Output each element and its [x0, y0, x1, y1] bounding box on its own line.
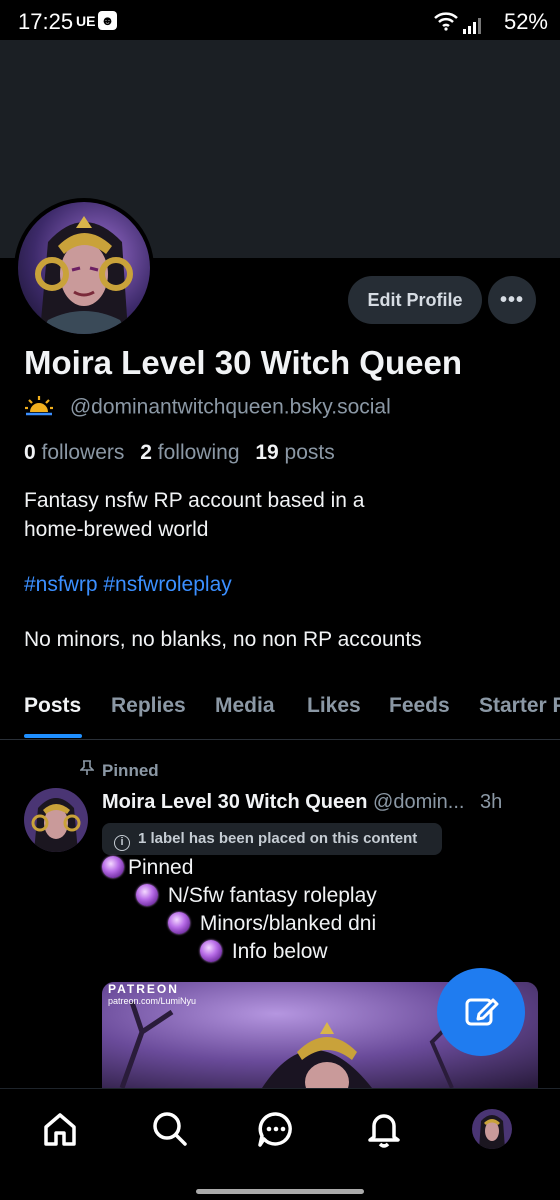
image-watermark-sub: patreon.com/LumiNyu [108, 996, 197, 1006]
post-author-avatar[interactable] [24, 788, 88, 852]
post-line: Pinned [102, 856, 193, 880]
following-link[interactable]: 2 following [140, 441, 239, 464]
crystal-ball-icon [136, 884, 158, 906]
search-icon [148, 1112, 192, 1154]
post-line-text: Info below [231, 940, 328, 963]
battery-level: 52% [503, 9, 548, 34]
active-tab-indicator [24, 734, 82, 738]
profile-display-name: Moira Level 30 Witch Queen [24, 344, 462, 381]
following-label: following [157, 441, 240, 464]
more-options-button[interactable]: ••• [488, 276, 536, 324]
wifi-icon [433, 11, 459, 37]
tab-likes[interactable]: Likes [307, 694, 361, 718]
profile-bio: Fantasy nsfw RP account based in a home-… [24, 486, 544, 654]
nav-home[interactable] [38, 1107, 82, 1151]
pinned-label: Pinned [102, 761, 159, 780]
profile-stats: 0 followers 2 following 19 posts [24, 441, 335, 465]
post-line-text: Pinned [128, 856, 194, 879]
home-indicator[interactable] [196, 1189, 364, 1194]
post-author-name[interactable]: Moira Level 30 Witch Queen [102, 791, 367, 813]
signal-icon [463, 14, 481, 40]
crystal-ball-icon [200, 940, 222, 962]
compose-button[interactable] [437, 968, 525, 1056]
bio-line: Fantasy nsfw RP account based in a [24, 489, 365, 512]
followers-count: 0 [24, 441, 36, 464]
status-app-icon: ☻ [98, 11, 117, 30]
profile-handle[interactable]: @dominantwitchqueen.bsky.social [70, 396, 391, 419]
profile-tabs: Posts Replies Media Likes Feeds Starter … [0, 686, 560, 740]
tab-feeds[interactable]: Feeds [389, 694, 450, 718]
crystal-ball-icon [102, 856, 124, 878]
posts-stat: 19 posts [255, 441, 334, 464]
tab-media[interactable]: Media [215, 694, 275, 718]
bottom-navigation [0, 1088, 560, 1200]
bio-hashtags[interactable]: #nsfwrp #nsfwroleplay [24, 570, 544, 599]
nav-search[interactable] [148, 1107, 192, 1151]
post-header: Moira Level 30 Witch Queen @domin... 3h [102, 791, 502, 814]
chat-icon [254, 1112, 298, 1154]
nav-chat[interactable] [254, 1107, 298, 1151]
post-line: N/Sfw fantasy roleplay [136, 884, 377, 908]
status-bar: 17:25 UE ☻ 52% [0, 0, 560, 40]
bell-icon [362, 1114, 406, 1154]
post-line-text: N/Sfw fantasy roleplay [167, 884, 377, 907]
profile-handle-row: @dominantwitchqueen.bsky.social [24, 394, 391, 422]
bio-line: home-brewed world [24, 518, 209, 541]
pinned-indicator: Pinned [79, 760, 159, 781]
crystal-ball-icon [168, 912, 190, 934]
nav-profile-avatar[interactable] [472, 1109, 512, 1149]
post-line-text: Minors/blanked dni [199, 912, 377, 935]
post-author-handle[interactable]: @domin... [373, 791, 464, 813]
status-carrier: UE [76, 13, 96, 29]
tab-starter-packs[interactable]: Starter Packs [479, 694, 560, 718]
compose-icon [437, 992, 525, 1032]
following-count: 2 [140, 441, 152, 464]
edit-profile-button[interactable]: Edit Profile [348, 276, 482, 324]
home-icon [38, 1113, 82, 1154]
content-label-chip[interactable]: i 1 label has been placed on this content [102, 823, 442, 855]
post-line: Info below [200, 940, 328, 964]
nav-notifications[interactable] [362, 1107, 406, 1151]
post-line: Minors/blanked dni [168, 912, 376, 936]
followers-link[interactable]: 0 followers [24, 441, 124, 464]
followers-label: followers [41, 441, 125, 464]
profile-avatar[interactable] [14, 198, 154, 338]
posts-label: posts [284, 441, 335, 464]
status-time: 17:25 [18, 9, 74, 34]
post-time[interactable]: 3h [480, 791, 502, 813]
tab-posts[interactable]: Posts [24, 694, 81, 718]
content-label-text: 1 label has been placed on this content [138, 830, 418, 847]
image-watermark: PATREON [108, 982, 179, 996]
sunrise-icon [24, 394, 54, 422]
tab-replies[interactable]: Replies [111, 694, 186, 718]
bio-rules: No minors, no blanks, no non RP accounts [24, 628, 422, 651]
posts-count: 19 [255, 441, 279, 464]
info-icon: i [114, 835, 130, 851]
pin-icon [79, 760, 98, 781]
